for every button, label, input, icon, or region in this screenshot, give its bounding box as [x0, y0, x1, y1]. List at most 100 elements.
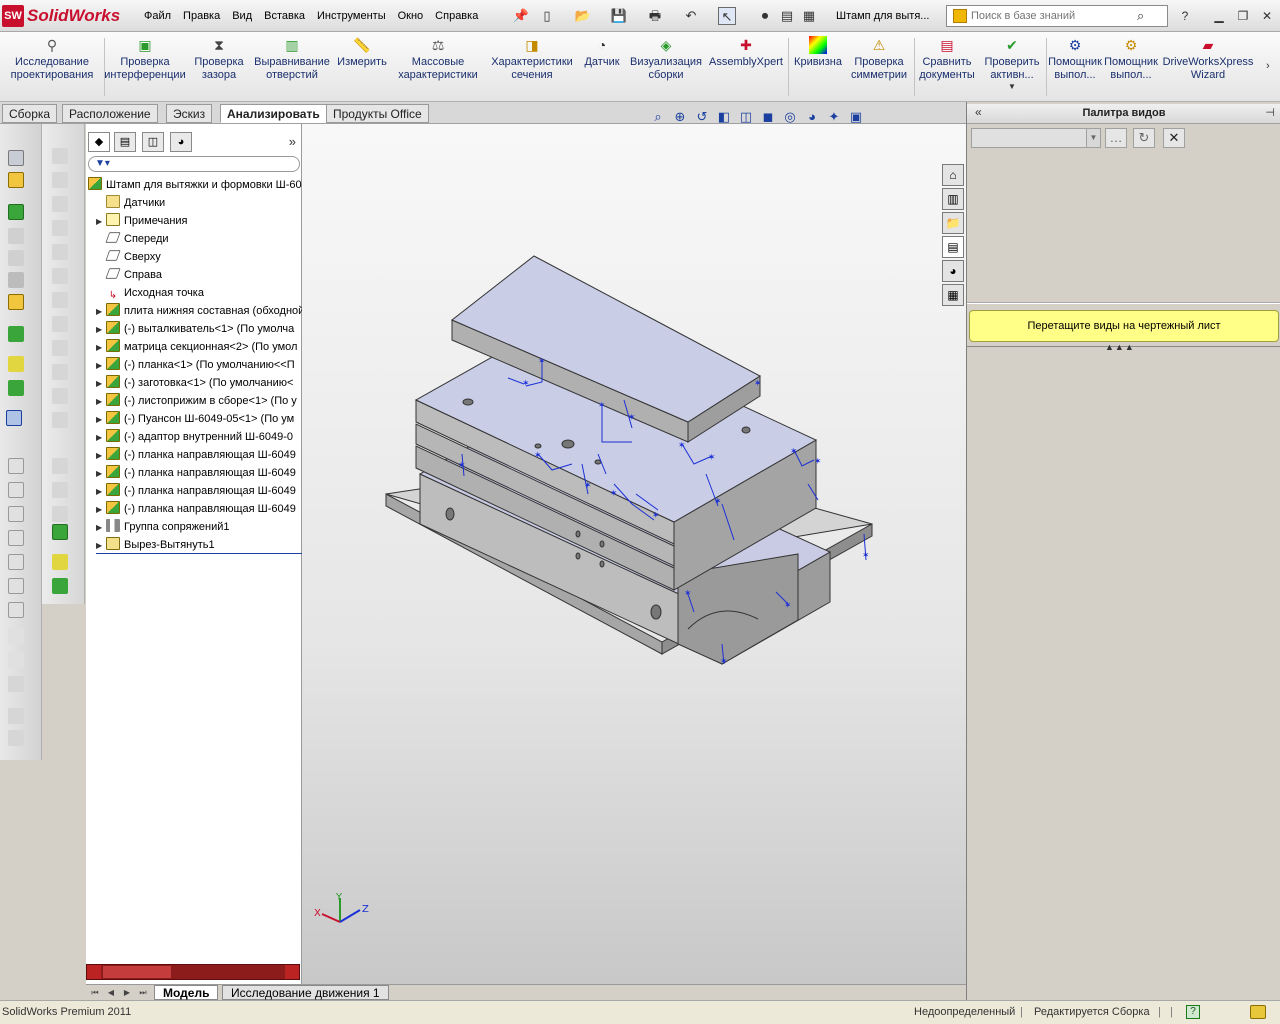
- new-motion-study-icon[interactable]: [8, 380, 24, 396]
- edit-appearance-icon[interactable]: ◕: [802, 108, 822, 126]
- tree-filter[interactable]: ▼▾: [88, 156, 300, 172]
- helper-2-button[interactable]: ⚙ Помощник выпол...: [1104, 36, 1158, 100]
- combine-icon[interactable]: [52, 482, 68, 498]
- refresh-icon[interactable]: ↻: [1133, 128, 1155, 148]
- reference-point-icon[interactable]: [52, 554, 68, 570]
- instant3d-icon[interactable]: [52, 524, 68, 540]
- zoom-to-fit-icon[interactable]: ⌕: [648, 108, 668, 126]
- revolve-icon[interactable]: [52, 172, 68, 188]
- expand-arrow-icon[interactable]: ▶: [96, 321, 106, 339]
- view-right-icon[interactable]: [8, 530, 24, 546]
- tab-motion-study[interactable]: Исследование движения 1: [222, 985, 389, 1000]
- file-explorer-icon[interactable]: 📁: [942, 212, 964, 234]
- mass-properties-button[interactable]: ⚖ Массовые характеристики: [392, 36, 484, 100]
- hole-icon[interactable]: [52, 388, 68, 404]
- tab-model[interactable]: Модель: [154, 985, 219, 1000]
- save-icon[interactable]: 💾: [610, 7, 628, 25]
- menu-file[interactable]: Файл: [138, 7, 177, 25]
- tree-item-origin[interactable]: ↳ Исходная точка: [96, 284, 204, 302]
- tab-layout[interactable]: Расположение: [62, 104, 158, 123]
- view-isometric-icon[interactable]: [8, 602, 24, 618]
- solidworks-resources-icon[interactable]: ⌂: [942, 164, 964, 186]
- display-style-icon[interactable]: ◼: [758, 108, 778, 126]
- mate-icon[interactable]: [8, 204, 24, 220]
- options-icon[interactable]: ▦: [800, 7, 818, 25]
- assembly-features-icon[interactable]: [8, 326, 24, 342]
- pin-icon[interactable]: ⊣: [1265, 106, 1275, 119]
- chevron-right-icon[interactable]: ›: [1266, 60, 1270, 72]
- tree-item-component[interactable]: ▶ (-) Пуансон Ш-6049-05<1> (По ум: [96, 410, 294, 428]
- wrap-icon[interactable]: [52, 506, 68, 522]
- first-tab-icon[interactable]: ⏮: [88, 986, 102, 999]
- symmetry-check-button[interactable]: ⚠ Проверка симметрии: [848, 36, 910, 100]
- last-tab-icon[interactable]: ⏭: [136, 986, 150, 999]
- zoom-to-area-icon[interactable]: ⊕: [670, 108, 690, 126]
- tree-item-component[interactable]: ▶ (-) планка направляющая Ш-6049: [96, 500, 296, 518]
- rebuild-traffic-light-icon[interactable]: ⏺: [756, 7, 774, 25]
- view-front-icon[interactable]: [8, 458, 24, 474]
- expand-arrow-icon[interactable]: ▶: [96, 519, 106, 537]
- tree-item-component[interactable]: ▶ плита нижняя составная (обходной: [96, 302, 302, 320]
- open-folder-icon[interactable]: 📂: [574, 7, 592, 25]
- chevron-down-icon[interactable]: ▼: [1086, 129, 1100, 147]
- split-icon[interactable]: [52, 458, 68, 474]
- expand-arrow-icon[interactable]: ▶: [96, 213, 106, 231]
- clearance-check-button[interactable]: ⧗ Проверка зазора: [188, 36, 250, 100]
- tab-sketch[interactable]: Эскиз: [166, 104, 213, 123]
- reference-geometry-icon[interactable]: [8, 356, 24, 372]
- graphics-area[interactable]: ✶ ✶ ✶ ✶ ✶ ✶ ✶ ✶ ✶ ✶ ✶ ✶ ✶ ✶ ✶ ✶ ✶ ✶ ✶ Y …: [302, 124, 966, 984]
- shell-icon[interactable]: [52, 316, 68, 332]
- horizontal-scrollbar[interactable]: [86, 964, 300, 980]
- section-properties-button[interactable]: ◨ Характеристики сечения: [486, 36, 578, 100]
- expand-arrow-icon[interactable]: ▶: [96, 465, 106, 483]
- view-settings-icon[interactable]: ▣: [846, 108, 866, 126]
- tree-item-right-plane[interactable]: Справа: [96, 266, 162, 284]
- rib-icon[interactable]: [52, 364, 68, 380]
- minimize-icon[interactable]: ▁: [1210, 7, 1228, 25]
- curvature-button[interactable]: Кривизна: [790, 36, 846, 100]
- menu-tools[interactable]: Инструменты: [311, 7, 392, 25]
- view-back-icon[interactable]: [8, 482, 24, 498]
- tree-item-sensors[interactable]: Датчики: [96, 194, 165, 212]
- expand-panel-icon[interactable]: »: [289, 134, 296, 149]
- browse-button[interactable]: …: [1105, 128, 1127, 148]
- tab-evaluate[interactable]: Анализировать: [220, 104, 327, 123]
- search-input[interactable]: [971, 10, 1131, 22]
- expand-arrow-icon[interactable]: ▶: [96, 411, 106, 429]
- view-orientation-icon[interactable]: ◫: [736, 108, 756, 126]
- scroll-left-arrow[interactable]: [87, 965, 101, 979]
- menu-window[interactable]: Окно: [392, 7, 430, 25]
- design-study-button[interactable]: ⚲ Исследование проектирования: [2, 36, 102, 100]
- sketch-line-icon[interactable]: [8, 628, 24, 644]
- expand-arrow-icon[interactable]: ▶: [96, 429, 106, 447]
- tree-item-cut-extrude[interactable]: ▶ Вырез-Вытянуть1: [96, 536, 302, 554]
- help-icon[interactable]: ?: [1176, 7, 1194, 25]
- property-manager-icon[interactable]: ▤: [114, 132, 136, 152]
- assembly-model-view[interactable]: ✶ ✶ ✶ ✶ ✶ ✶ ✶ ✶ ✶ ✶ ✶ ✶ ✶ ✶ ✶ ✶ ✶ ✶ ✶ Y …: [302, 124, 966, 984]
- insert-component-icon[interactable]: [8, 150, 24, 166]
- appearances-icon[interactable]: ◕: [942, 260, 964, 282]
- solidworks-logo[interactable]: SW SolidWorks: [2, 3, 142, 29]
- scroll-right-arrow[interactable]: [285, 965, 299, 979]
- tree-item-top-plane[interactable]: Сверху: [96, 248, 161, 266]
- loft-icon[interactable]: [52, 220, 68, 236]
- hide-show-items-icon[interactable]: ◎: [780, 108, 800, 126]
- curve-icon[interactable]: [52, 578, 68, 594]
- mirror-icon[interactable]: [52, 412, 68, 428]
- menu-edit[interactable]: Правка: [177, 7, 226, 25]
- new-document-icon[interactable]: ▯: [538, 7, 556, 25]
- prev-tab-icon[interactable]: ◀: [104, 986, 118, 999]
- layer-icon[interactable]: [8, 708, 24, 724]
- tree-item-component[interactable]: ▶ (-) планка<1> (По умолчанию<<П: [96, 356, 295, 374]
- expand-arrow-icon[interactable]: ▶: [96, 339, 106, 357]
- tree-item-component[interactable]: ▶ (-) заготовка<1> (По умолчанию<: [96, 374, 293, 392]
- fillet-icon[interactable]: [52, 268, 68, 284]
- measure-button[interactable]: 📏 Измерить: [334, 36, 390, 100]
- sketch-point-icon[interactable]: [8, 652, 24, 668]
- undo-icon[interactable]: ↶: [682, 7, 700, 25]
- tree-item-component[interactable]: ▶ матрица секционная<2> (По умол: [96, 338, 297, 356]
- linear-pattern-icon[interactable]: [8, 228, 24, 244]
- sweep-icon[interactable]: [52, 196, 68, 212]
- assembly-visualization-button[interactable]: ◈ Визуализация сборки: [626, 36, 706, 100]
- menu-help[interactable]: Справка: [429, 7, 484, 25]
